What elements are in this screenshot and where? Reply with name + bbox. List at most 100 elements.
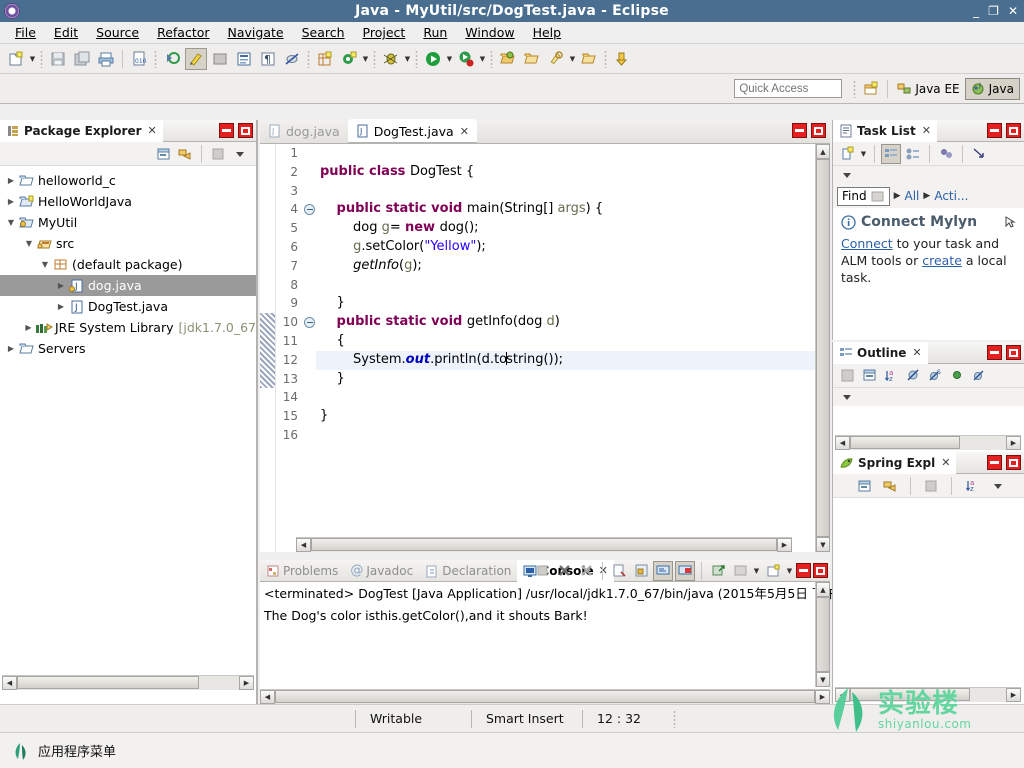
hide-nonpublic-icon[interactable] <box>947 366 967 386</box>
run-external-tools-icon[interactable] <box>455 48 477 70</box>
hscroll-track[interactable] <box>850 436 1006 450</box>
quick-access-input[interactable] <box>734 79 843 98</box>
remove-launch-icon[interactable] <box>554 561 574 581</box>
create-link[interactable]: create <box>922 253 962 268</box>
run-icon[interactable] <box>422 48 444 70</box>
save-all-icon[interactable] <box>71 48 93 70</box>
editor-folding-column[interactable] <box>302 144 316 552</box>
menu-navigate[interactable]: Navigate <box>219 23 293 42</box>
sort-icon[interactable]: az <box>881 366 901 386</box>
tree-item-dog-java[interactable]: ▶ J dog.java <box>0 275 256 296</box>
new-wizard-icon[interactable] <box>5 48 27 70</box>
link-with-editor-icon[interactable] <box>175 144 195 164</box>
collapse-arrow-icon[interactable]: ▼ <box>22 239 36 248</box>
menu-refactor[interactable]: Refactor <box>148 23 218 42</box>
menu-window[interactable]: Window <box>456 23 523 42</box>
print-icon[interactable] <box>95 48 117 70</box>
minimize-editor-button[interactable] <box>792 123 807 138</box>
minimize-view-button[interactable] <box>987 455 1002 470</box>
scroll-right-icon[interactable]: ▶ <box>1006 688 1021 702</box>
view-menu-icon[interactable] <box>837 387 857 407</box>
menu-help[interactable]: Help <box>524 23 571 42</box>
scroll-right-icon[interactable]: ▶ <box>239 676 254 690</box>
refresh-debug-icon[interactable] <box>161 48 183 70</box>
close-button[interactable]: ✕ <box>1008 5 1018 17</box>
app-menu-label[interactable]: 应用程序菜单 <box>38 741 116 760</box>
menu-source[interactable]: Source <box>87 23 148 42</box>
hscroll-track[interactable] <box>311 538 777 552</box>
toggle-binary-icon[interactable]: 010 <box>128 48 150 70</box>
pin-console-icon[interactable] <box>708 561 728 581</box>
filter-icon[interactable] <box>921 476 941 496</box>
scroll-up-icon[interactable]: ▲ <box>816 582 830 597</box>
find-input[interactable]: Find <box>837 186 890 206</box>
filter-all[interactable]: All <box>905 189 920 203</box>
spring-hscrollbar[interactable]: ◀ ▶ <box>835 687 1021 702</box>
show-whitespace-icon[interactable]: ¶ <box>257 48 279 70</box>
show-console-on-output-icon[interactable] <box>653 560 673 581</box>
external-tools-dropdown-icon[interactable]: ▼ <box>478 48 487 70</box>
save-icon[interactable] <box>47 48 69 70</box>
editor-tab-dog-java[interactable]: J dog.java <box>260 119 348 143</box>
tree-item-src[interactable]: ▼ src <box>0 233 256 254</box>
app-menu-icon[interactable] <box>10 741 30 761</box>
hscroll-track[interactable] <box>850 688 1006 702</box>
tree-item-dogtest-java[interactable]: ▶ J DogTest.java <box>0 296 256 317</box>
minimize-view-button[interactable] <box>987 345 1002 360</box>
perspective-java[interactable]: J Java <box>964 77 1020 100</box>
connect-link[interactable]: Connect <box>841 236 893 251</box>
maximize-editor-button[interactable] <box>811 123 826 138</box>
filter-arrow-icon[interactable]: ▶ <box>894 191 901 201</box>
menu-run[interactable]: Run <box>414 23 456 42</box>
menu-file[interactable]: File <box>6 23 45 42</box>
vscroll-thumb[interactable] <box>816 597 830 672</box>
collapse-all-icon[interactable] <box>854 476 874 496</box>
open-perspective-icon[interactable] <box>860 78 882 100</box>
expand-arrow-icon[interactable]: ▶ <box>4 344 18 353</box>
scroll-left-icon[interactable]: ◀ <box>835 436 850 450</box>
debug-icon[interactable] <box>380 48 402 70</box>
hide-local-types-icon[interactable] <box>969 366 989 386</box>
filter-active[interactable]: Acti... <box>934 189 968 203</box>
new-wizard-dropdown-icon[interactable]: ▼ <box>28 48 37 70</box>
scheduled-view-icon[interactable] <box>903 144 923 164</box>
expand-arrow-icon[interactable]: ▶ <box>22 323 35 332</box>
new-java-class-icon[interactable] <box>338 48 360 70</box>
outline-hscrollbar[interactable]: ◀ ▶ <box>835 435 1021 450</box>
perspective-java-ee[interactable]: Java EE <box>892 78 964 100</box>
minimize-view-button[interactable] <box>219 123 234 138</box>
scroll-left-icon[interactable]: ◀ <box>2 676 17 690</box>
open-task-icon[interactable] <box>578 48 600 70</box>
sort-icon[interactable]: az <box>962 476 982 496</box>
display-selected-console-icon[interactable] <box>730 561 750 581</box>
scroll-left-icon[interactable]: ◀ <box>260 690 275 704</box>
task-menu-arrow-icon[interactable] <box>969 144 989 164</box>
view-menu-icon[interactable] <box>988 476 1008 496</box>
hide-static-icon[interactable]: S <box>925 366 945 386</box>
close-icon[interactable]: ✕ <box>460 125 469 138</box>
tree-item-default-package[interactable]: ▼ (default package) <box>0 254 256 275</box>
show-console-on-error-icon[interactable] <box>675 560 695 581</box>
maximize-view-button[interactable] <box>1006 123 1021 138</box>
open-resource-icon[interactable] <box>497 48 519 70</box>
new-java-project-icon[interactable] <box>314 48 336 70</box>
tree-item-myutil[interactable]: ▼ MyUtil <box>0 212 256 233</box>
hscroll-thumb[interactable] <box>17 676 199 689</box>
console-output[interactable]: <terminated> DogTest [Java Application] … <box>260 582 890 627</box>
tree-item-helloworld_c[interactable]: ▶ helloworld_c <box>0 170 256 191</box>
menu-edit[interactable]: Edit <box>45 23 87 42</box>
categorized-view-icon[interactable] <box>881 143 901 164</box>
new-task-dropdown-icon[interactable]: ▼ <box>859 143 868 165</box>
run-dropdown-icon[interactable]: ▼ <box>445 48 454 70</box>
tree-item-servers[interactable]: ▶ Servers <box>0 338 256 359</box>
hscroll-track[interactable] <box>275 690 815 704</box>
focus-on-workweek-icon[interactable] <box>936 144 956 164</box>
scroll-lock-icon[interactable] <box>631 561 651 581</box>
scroll-up-icon[interactable]: ▲ <box>816 144 830 159</box>
view-menu-icon[interactable] <box>837 165 857 185</box>
collapse-arrow-icon[interactable]: ▼ <box>4 218 18 227</box>
menu-search[interactable]: Search <box>293 23 354 42</box>
search-icon[interactable] <box>545 48 567 70</box>
scroll-left-icon[interactable]: ◀ <box>835 688 850 702</box>
scroll-right-icon[interactable]: ▶ <box>1006 436 1021 450</box>
